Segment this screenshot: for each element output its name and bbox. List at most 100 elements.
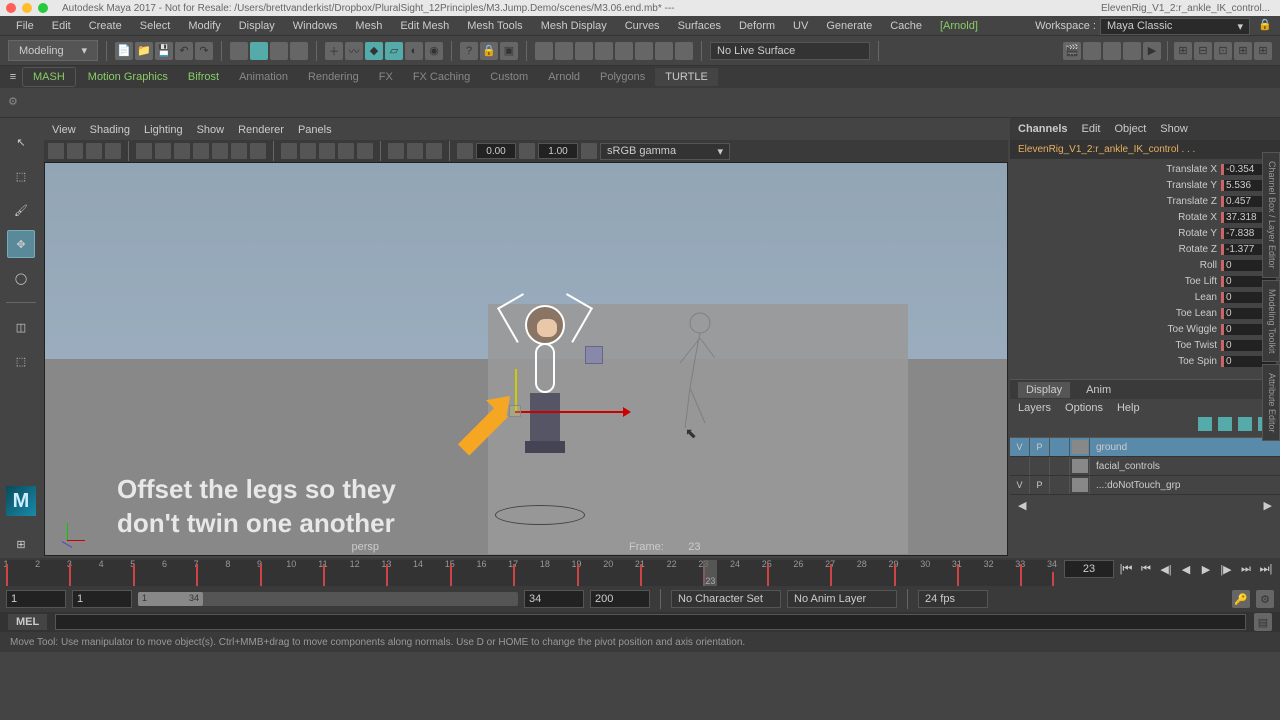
vp-shadows-icon[interactable]	[357, 143, 373, 159]
range-end-outer[interactable]	[590, 590, 650, 608]
uv-editor-icon[interactable]	[655, 42, 673, 60]
range-end-inner[interactable]	[524, 590, 584, 608]
range-track[interactable]: 1 34	[138, 592, 518, 606]
vp-menu-renderer[interactable]: Renderer	[238, 124, 284, 136]
attr-label[interactable]: Toe Lean	[1176, 308, 1217, 319]
render-frame-icon[interactable]: 🎬	[1063, 42, 1081, 60]
step-forward-icon[interactable]: |▶	[1218, 561, 1234, 577]
current-frame-field[interactable]	[1064, 560, 1114, 578]
menu-curves[interactable]: Curves	[617, 18, 668, 34]
vp-menu-shading[interactable]: Shading	[90, 124, 130, 136]
vp-isolate-icon[interactable]	[388, 143, 404, 159]
select-hierarchy-icon[interactable]	[250, 42, 268, 60]
menu-edit[interactable]: Edit	[44, 18, 79, 34]
attr-label[interactable]: Rotate Y	[1178, 228, 1217, 239]
menu-display[interactable]: Display	[231, 18, 283, 34]
vp-shaded-icon[interactable]	[300, 143, 316, 159]
menu-file[interactable]: File	[8, 18, 42, 34]
menu-create[interactable]: Create	[81, 18, 130, 34]
prefs-icon[interactable]: ⚙	[1256, 590, 1274, 608]
snap-curve-icon[interactable]: 〰	[345, 42, 363, 60]
step-forward-key-icon[interactable]: ⏭	[1238, 561, 1254, 577]
layer-playback-toggle[interactable]	[1030, 457, 1050, 475]
script-editor-icon[interactable]: ▤	[1254, 613, 1272, 631]
playblast-icon[interactable]: ▶	[1143, 42, 1161, 60]
viewport[interactable]: ⬉ Offset the legs so theydon't twin one …	[44, 162, 1008, 556]
vp-menu-panels[interactable]: Panels	[298, 124, 332, 136]
hypershade-icon[interactable]	[595, 42, 613, 60]
move-tool-icon[interactable]: ✥	[7, 230, 35, 258]
time-slider[interactable]: 1234567891011121314151617181920212223242…	[0, 558, 1280, 586]
layer-ref-toggle[interactable]	[1050, 476, 1070, 494]
scroll-right-icon[interactable]: ▶	[1264, 499, 1272, 512]
layout-four-icon[interactable]: ⊞	[7, 530, 35, 558]
keyframe-marker[interactable]	[767, 564, 769, 586]
layer-color-swatch[interactable]	[1070, 457, 1090, 475]
layers-menu-options[interactable]: Options	[1065, 402, 1103, 414]
range-thumb[interactable]: 1 34	[138, 592, 203, 606]
menu-modify[interactable]: Modify	[180, 18, 228, 34]
shelf-tab-polygons[interactable]: Polygons	[590, 68, 655, 86]
redo-icon[interactable]: ↷	[195, 42, 213, 60]
vp-wireframe-icon[interactable]	[281, 143, 297, 159]
outliner-icon[interactable]	[615, 42, 633, 60]
attr-label[interactable]: Toe Twist	[1176, 340, 1218, 351]
vp-menu-view[interactable]: View	[52, 124, 76, 136]
attr-label[interactable]: Translate Y	[1166, 180, 1217, 191]
vp-bookmark-icon[interactable]	[67, 143, 83, 159]
vp-gamma-field[interactable]	[538, 143, 578, 159]
vp-textured-icon[interactable]	[319, 143, 335, 159]
attr-label[interactable]: Toe Wiggle	[1168, 324, 1217, 335]
select-tool-icon[interactable]: ↖	[7, 128, 35, 156]
snap-point-icon[interactable]: ◆	[365, 42, 383, 60]
vp-safe-title-icon[interactable]	[250, 143, 266, 159]
keyframe-marker[interactable]	[957, 564, 959, 586]
vp-resolution-gate-icon[interactable]	[174, 143, 190, 159]
menu-edit-mesh[interactable]: Edit Mesh	[392, 18, 457, 34]
shelf-tab-arnold[interactable]: Arnold	[538, 68, 590, 86]
menu-cache[interactable]: Cache	[882, 18, 930, 34]
vp-colorspace-icon[interactable]	[581, 143, 597, 159]
layer-vis-toggle[interactable]: V	[1010, 476, 1030, 494]
anim-layer-dropdown[interactable]: No Anim Layer	[787, 590, 897, 608]
layer-ref-toggle[interactable]	[1050, 438, 1070, 456]
menu-generate[interactable]: Generate	[818, 18, 880, 34]
shelf-tab-fx-caching[interactable]: FX Caching	[403, 68, 480, 86]
vp-safe-action-icon[interactable]	[231, 143, 247, 159]
input-icon[interactable]	[535, 42, 553, 60]
snap-grid-icon[interactable]: ＋	[325, 42, 343, 60]
play-back-icon[interactable]: ◀	[1178, 561, 1194, 577]
shelf-tab-fx[interactable]: FX	[369, 68, 403, 86]
lock-icon[interactable]: 🔒	[1258, 18, 1272, 32]
keyframe-marker[interactable]	[133, 564, 135, 586]
live-surface-field[interactable]: No Live Surface	[710, 42, 870, 60]
node-editor-icon[interactable]	[635, 42, 653, 60]
snap-view-icon[interactable]: ◐	[405, 42, 423, 60]
channel-box-selection[interactable]: ElevenRig_V1_2:r_ankle_IK_control . . .	[1010, 140, 1280, 159]
step-back-icon[interactable]: ◀|	[1158, 561, 1174, 577]
panel-layout4-icon[interactable]: ⊞	[1234, 42, 1252, 60]
panel-layout5-icon[interactable]: ⊞	[1254, 42, 1272, 60]
keyframe-marker[interactable]	[260, 564, 262, 586]
graph-icon[interactable]	[575, 42, 593, 60]
render-icon[interactable]: ▣	[500, 42, 518, 60]
menu-mesh-tools[interactable]: Mesh Tools	[459, 18, 530, 34]
keyframe-marker[interactable]	[196, 564, 198, 586]
go-to-start-icon[interactable]: |⏮	[1118, 561, 1134, 577]
select-object-icon[interactable]	[270, 42, 288, 60]
keyframe-marker[interactable]	[450, 564, 452, 586]
layer-playback-toggle[interactable]: P	[1030, 438, 1050, 456]
layer-down-icon[interactable]	[1238, 417, 1252, 431]
close-icon[interactable]	[6, 3, 16, 13]
construction-history-icon[interactable]: ?	[460, 42, 478, 60]
keyframe-marker[interactable]	[577, 564, 579, 586]
shelf-tab-motion-graphics[interactable]: Motion Graphics	[78, 68, 178, 86]
keyframe-marker[interactable]	[640, 564, 642, 586]
attr-label[interactable]: Rotate X	[1178, 212, 1217, 223]
panel-layout3-icon[interactable]: ⊡	[1214, 42, 1232, 60]
save-scene-icon[interactable]: 💾	[155, 42, 173, 60]
attr-label[interactable]: Translate Z	[1167, 196, 1217, 207]
layer-color-swatch[interactable]	[1070, 438, 1090, 456]
vp-lights-icon[interactable]	[338, 143, 354, 159]
menu-windows[interactable]: Windows	[285, 18, 346, 34]
